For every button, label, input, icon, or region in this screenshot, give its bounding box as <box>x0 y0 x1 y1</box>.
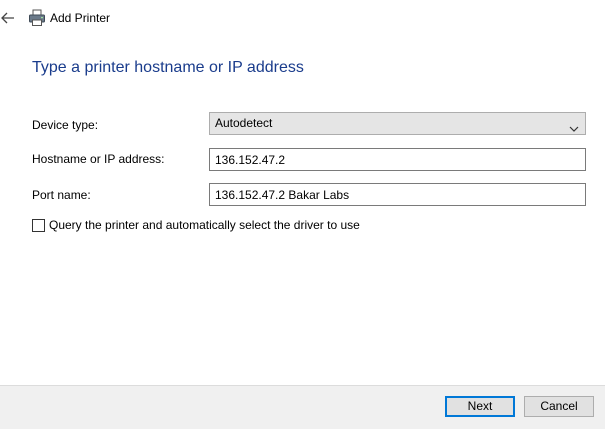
window-title: Add Printer <box>50 11 111 25</box>
query-printer-checkbox-row[interactable]: Query the printer and automatically sele… <box>32 217 360 233</box>
dialog-footer: Next Cancel <box>0 385 605 429</box>
query-printer-label: Query the printer and automatically sele… <box>49 218 360 232</box>
next-button[interactable]: Next <box>445 396 515 417</box>
back-button[interactable] <box>0 8 16 28</box>
port-name-input[interactable] <box>209 183 586 206</box>
back-arrow-icon <box>1 12 15 24</box>
chevron-down-icon <box>569 119 579 132</box>
add-printer-dialog: Add Printer Type a printer hostname or I… <box>0 0 605 429</box>
title-bar: Add Printer <box>0 0 605 36</box>
query-printer-checkbox[interactable] <box>32 218 45 232</box>
device-type-value: Autodetect <box>215 116 273 130</box>
port-name-label: Port name: <box>32 188 91 202</box>
device-type-label: Device type: <box>32 118 99 132</box>
printer-icon <box>28 9 46 27</box>
hostname-input[interactable] <box>209 148 586 171</box>
device-type-select[interactable]: Autodetect <box>209 112 586 135</box>
page-heading: Type a printer hostname or IP address <box>32 59 304 76</box>
hostname-label: Hostname or IP address: <box>32 152 165 166</box>
cancel-button[interactable]: Cancel <box>524 396 594 417</box>
